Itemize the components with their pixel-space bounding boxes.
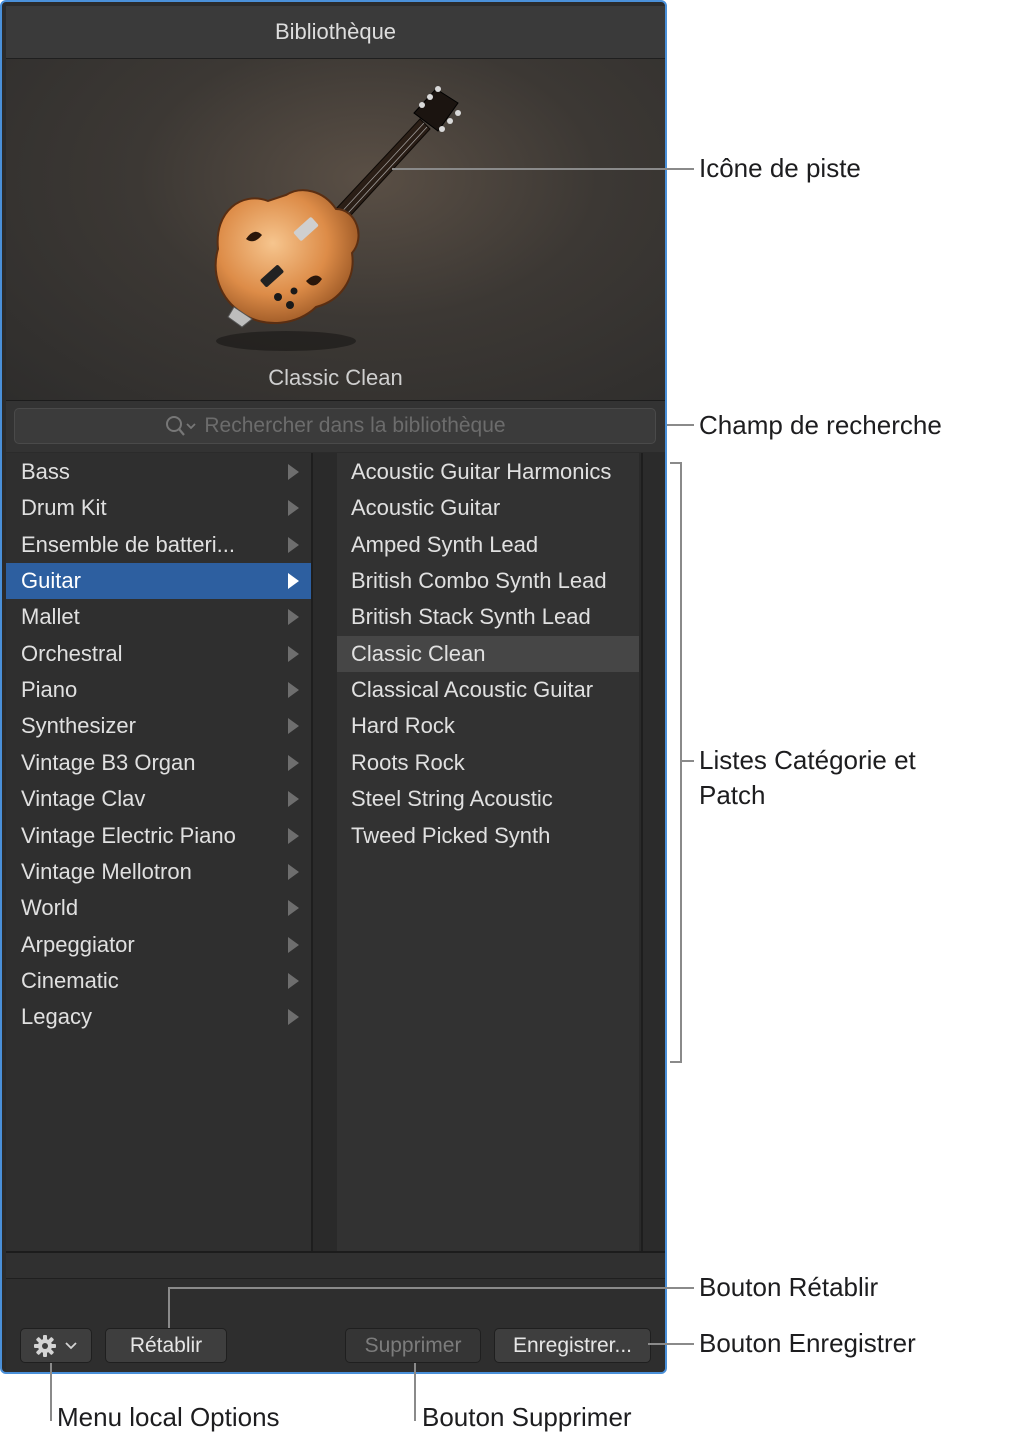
category-item[interactable]: Synthesizer: [6, 708, 311, 744]
patch-item[interactable]: Classic Clean: [337, 635, 639, 672]
callout-revert-button: Bouton Rétablir: [699, 1272, 879, 1302]
category-item[interactable]: Legacy: [6, 999, 311, 1035]
disclosure-arrow-icon: [288, 863, 299, 880]
patch-list: Acoustic Guitar Harmonics Acoustic Guitar…: [313, 453, 641, 1251]
category-label: Ensemble de batteri...: [21, 531, 236, 557]
category-item[interactable]: Vintage B3 Organ: [6, 745, 311, 781]
patch-item[interactable]: Amped Synth Lead: [337, 527, 639, 563]
callout-line-search: [667, 424, 694, 426]
callout-search-field: Champ de recherche: [699, 410, 942, 440]
category-list: Bass Drum Kit Ensemble de batteri... Guitar…: [6, 453, 313, 1251]
callout-bracket-bottom: [670, 1061, 682, 1063]
disclosure-arrow-icon: [288, 754, 299, 771]
library-panel: Bibliothèque Classic Clean Rechercher da…: [0, 0, 667, 1374]
category-item[interactable]: Orchestral: [6, 636, 311, 672]
callout-line-delete: [414, 1363, 416, 1421]
list-resize-band: [6, 1253, 665, 1279]
category-label: Piano: [21, 677, 78, 703]
callout-bracket-top: [670, 462, 682, 464]
patch-item[interactable]: British Stack Synth Lead: [337, 599, 639, 635]
category-label: Vintage Clav: [21, 786, 146, 812]
callout-delete-button: Bouton Supprimer: [422, 1402, 632, 1432]
category-label: Mallet: [21, 604, 80, 630]
disclosure-arrow-icon: [288, 464, 299, 480]
category-item[interactable]: Vintage Electric Piano: [6, 818, 311, 854]
disclosure-arrow-icon: [288, 936, 299, 953]
category-label: Drum Kit: [21, 495, 107, 521]
callout-save-button: Bouton Enregistrer: [699, 1328, 916, 1358]
callout-options-menu: Menu local Options: [57, 1402, 280, 1432]
category-item[interactable]: Piano: [6, 672, 311, 708]
patch-item[interactable]: Acoustic Guitar Harmonics: [337, 454, 639, 490]
chevron-down-icon: [65, 1341, 77, 1349]
patch-item[interactable]: Acoustic Guitar: [337, 490, 639, 526]
disclosure-arrow-icon: [288, 573, 299, 590]
callout-track-icon: Icône de piste: [699, 153, 861, 183]
callout-bracket-lists: [680, 462, 682, 1063]
patch-list-scroll-strip: [641, 453, 665, 1251]
category-item[interactable]: Ensemble de batteri...: [6, 527, 311, 563]
category-label: Guitar: [21, 568, 81, 594]
disclosure-arrow-icon: [288, 900, 299, 917]
patch-item[interactable]: Roots Rock: [337, 745, 639, 781]
category-item[interactable]: Guitar: [6, 563, 311, 600]
callout-line-revert-v: [168, 1287, 170, 1328]
search-row: Rechercher dans la bibliothèque: [6, 401, 665, 452]
category-item[interactable]: Mallet: [6, 599, 311, 635]
disclosure-arrow-icon: [288, 791, 299, 808]
category-item[interactable]: Arpeggiator: [6, 927, 311, 963]
category-label: Arpeggiator: [21, 931, 135, 957]
category-label: World: [21, 895, 79, 921]
category-item[interactable]: World: [6, 890, 311, 926]
disclosure-arrow-icon: [288, 827, 299, 844]
track-icon-area: Classic Clean: [6, 59, 665, 401]
category-label: Vintage Electric Piano: [21, 822, 236, 848]
patch-item[interactable]: Steel String Acoustic: [337, 781, 639, 817]
patch-item[interactable]: Tweed Picked Synth: [337, 818, 639, 854]
category-item[interactable]: Vintage Mellotron: [6, 854, 311, 890]
callout-lists-line2: Patch: [699, 780, 766, 810]
disclosure-arrow-icon: [288, 972, 299, 989]
category-label: Cinematic: [21, 967, 119, 993]
disclosure-arrow-icon: [288, 718, 299, 735]
callout-line-options: [50, 1363, 52, 1421]
callout-line-revert-h: [168, 1287, 694, 1289]
library-bottom-bar: Rétablir Supprimer Enregistrer...: [6, 1279, 665, 1372]
disclosure-arrow-icon: [288, 645, 299, 662]
category-label: Orchestral: [21, 640, 123, 666]
category-label: Vintage Mellotron: [21, 858, 192, 884]
patch-item[interactable]: Hard Rock: [337, 708, 639, 744]
category-item[interactable]: Cinematic: [6, 963, 311, 999]
guitar-icon: [214, 86, 461, 351]
track-icon-caption: Classic Clean: [268, 365, 403, 390]
patch-list-items: Acoustic Guitar Harmonics Acoustic Guitar…: [337, 453, 639, 1251]
delete-button[interactable]: Supprimer: [345, 1328, 481, 1363]
callout-bracket-tick: [680, 760, 694, 762]
library-title: Bibliothèque: [6, 6, 665, 59]
disclosure-arrow-icon: [288, 1009, 299, 1026]
callout-line-track-icon: [392, 168, 694, 170]
category-item[interactable]: Drum Kit: [6, 490, 311, 526]
revert-button[interactable]: Rétablir: [105, 1328, 227, 1363]
category-label: Bass: [21, 459, 70, 484]
disclosure-arrow-icon: [288, 682, 299, 699]
disclosure-arrow-icon: [288, 536, 299, 553]
patch-item[interactable]: Classical Acoustic Guitar: [337, 672, 639, 708]
search-placeholder: Rechercher dans la bibliothèque: [204, 414, 506, 437]
callout-line-save: [648, 1343, 694, 1345]
category-label: Synthesizer: [21, 713, 136, 739]
gear-icon: [34, 1334, 56, 1357]
category-item[interactable]: Vintage Clav: [6, 781, 311, 817]
category-label: Legacy: [21, 1004, 92, 1030]
callout-lists-line1: Listes Catégorie et: [699, 745, 916, 775]
category-item[interactable]: Bass: [6, 454, 311, 490]
patch-item[interactable]: British Combo Synth Lead: [337, 563, 639, 599]
disclosure-arrow-icon: [288, 500, 299, 517]
search-icon: [166, 416, 197, 436]
disclosure-arrow-icon: [288, 609, 299, 626]
options-popup-button[interactable]: [20, 1328, 92, 1363]
library-search-field[interactable]: Rechercher dans la bibliothèque: [14, 408, 656, 444]
category-label: Vintage B3 Organ: [21, 749, 196, 775]
save-button[interactable]: Enregistrer...: [494, 1328, 651, 1363]
